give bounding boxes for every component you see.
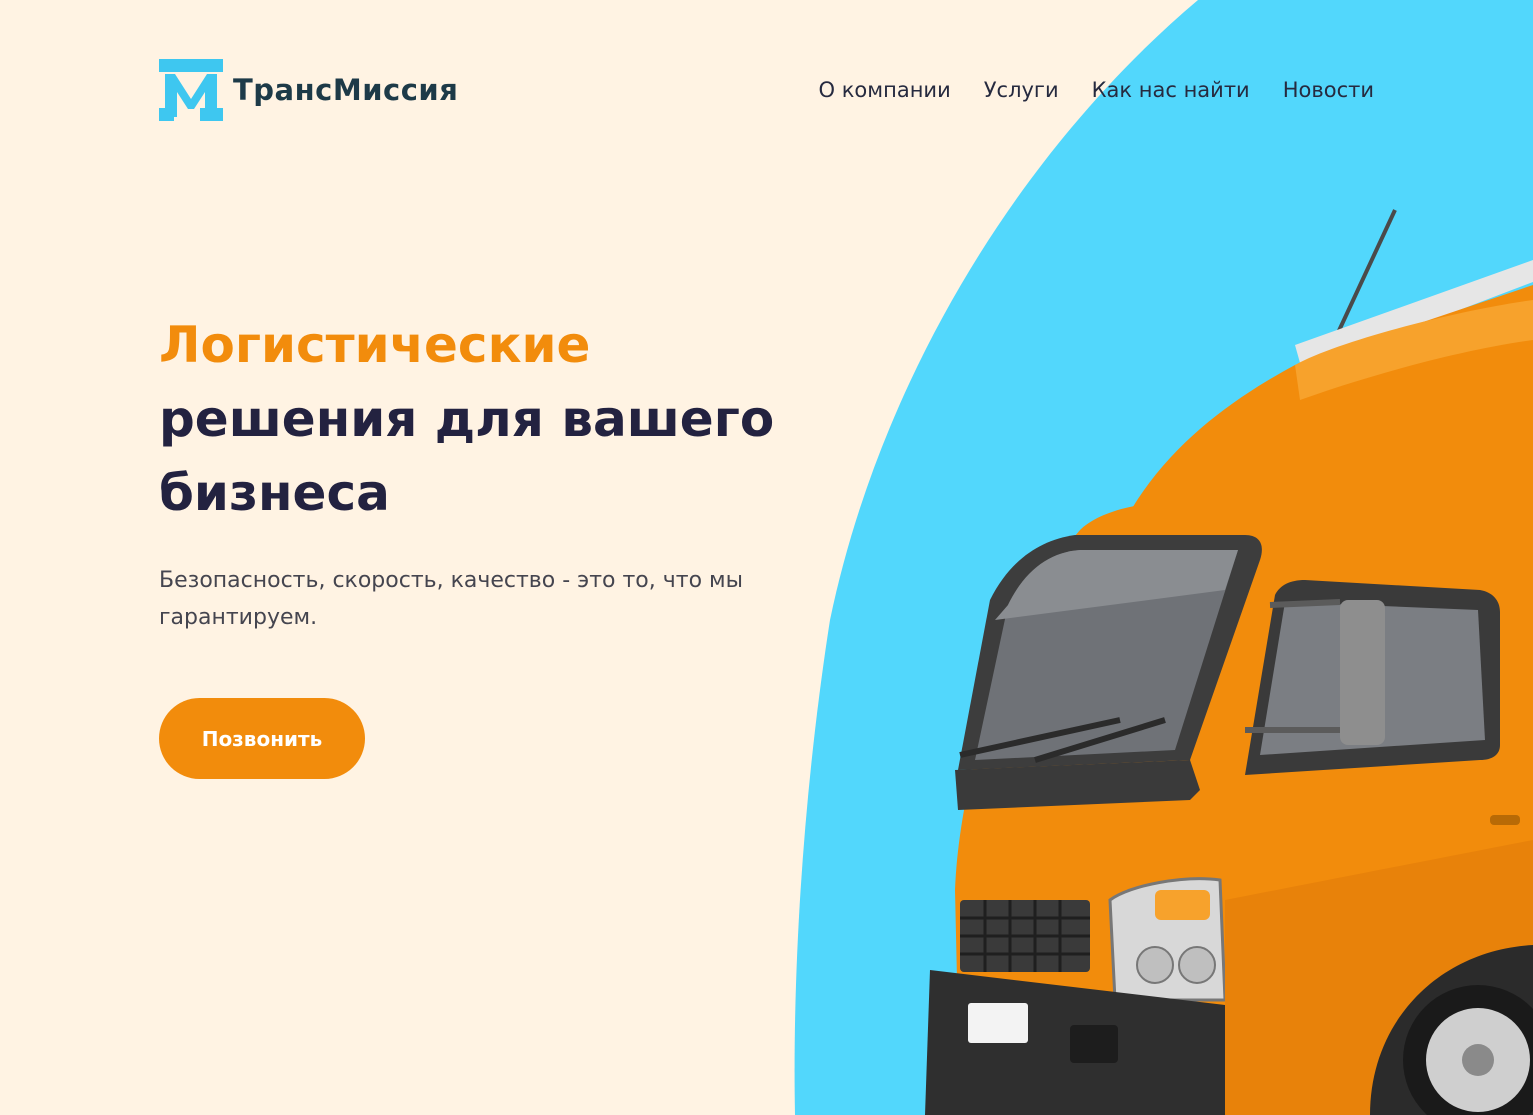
hero-headline-accent: Логистические xyxy=(159,316,591,374)
site-header: ТрансМиссия О компании Услуги Как нас на… xyxy=(159,58,1374,122)
call-button[interactable]: Позвонить xyxy=(159,698,365,779)
nav-item-about[interactable]: О компании xyxy=(819,78,951,102)
brand-logo[interactable]: ТрансМиссия xyxy=(159,59,458,121)
main-nav: О компании Услуги Как нас найти Новости xyxy=(819,78,1374,102)
nav-item-news[interactable]: Новости xyxy=(1283,78,1374,102)
m-logo-icon xyxy=(159,59,223,121)
hero-subtitle: Безопасность, скорость, качество - это т… xyxy=(159,568,743,630)
hero-headline-rest: решения для вашего бизнеса xyxy=(159,390,775,522)
orange-truck-illustration xyxy=(925,209,1533,1115)
nav-item-services[interactable]: Услуги xyxy=(984,78,1059,102)
hero-headline: Логистические решения для вашего бизнеса xyxy=(159,308,839,530)
nav-item-location[interactable]: Как нас найти xyxy=(1092,78,1250,102)
brand-name: ТрансМиссия xyxy=(233,73,459,107)
